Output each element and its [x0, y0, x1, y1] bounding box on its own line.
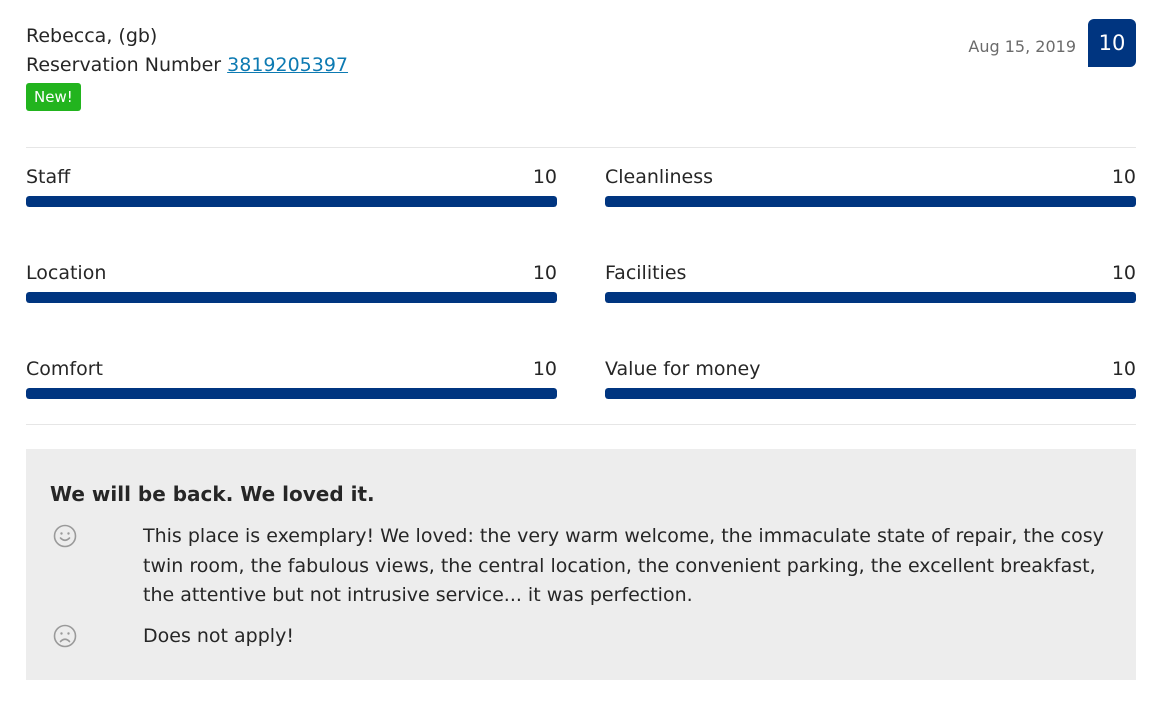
- divider-bottom: [26, 424, 1136, 425]
- category-label: Location: [26, 262, 107, 284]
- review-body: We will be back. We loved it. This place…: [26, 449, 1136, 680]
- category-location: Location 10: [26, 261, 557, 303]
- reviewer-name: Rebecca, (gb): [26, 25, 158, 47]
- score-bar-fill: [605, 196, 1136, 207]
- score-bar: [26, 196, 557, 207]
- category-score: 10: [532, 358, 557, 380]
- score-bar-fill: [26, 388, 557, 399]
- score-bar: [605, 388, 1136, 399]
- category-staff: Staff 10: [26, 165, 557, 207]
- divider-top: [26, 147, 1136, 148]
- category-label: Staff: [26, 166, 71, 188]
- score-bar: [26, 388, 557, 399]
- category-score: 10: [1111, 166, 1136, 188]
- category-facilities: Facilities 10: [605, 261, 1136, 303]
- reservation-line: Reservation Number 3819205397: [26, 51, 348, 80]
- reservation-number-link[interactable]: 3819205397: [227, 54, 348, 76]
- category-label: Comfort: [26, 358, 103, 380]
- negative-review-text: Does not apply!: [143, 625, 294, 647]
- review-card: Rebecca, (gb) Reservation Number 3819205…: [0, 0, 1154, 709]
- new-badge: New!: [26, 83, 81, 111]
- category-value-for-money: Value for money 10: [605, 357, 1136, 399]
- reviewer-info: Rebecca, (gb) Reservation Number 3819205…: [26, 22, 348, 80]
- overall-score-badge: 10: [1088, 19, 1136, 67]
- score-bar: [605, 292, 1136, 303]
- category-label: Facilities: [605, 262, 687, 284]
- review-date: Aug 15, 2019: [968, 37, 1076, 56]
- score-bar: [26, 292, 557, 303]
- smile-icon: [53, 524, 77, 548]
- category-comfort: Comfort 10: [26, 357, 557, 399]
- score-bar-fill: [26, 196, 557, 207]
- positive-review-text: This place is exemplary! We loved: the v…: [143, 525, 1104, 606]
- category-score: 10: [1111, 358, 1136, 380]
- score-bar: [605, 196, 1136, 207]
- category-score: 10: [532, 166, 557, 188]
- frown-icon: [53, 624, 77, 648]
- category-cleanliness: Cleanliness 10: [605, 165, 1136, 207]
- category-label: Value for money: [605, 358, 761, 380]
- reservation-label: Reservation Number: [26, 54, 222, 76]
- score-bar-fill: [26, 292, 557, 303]
- category-score: 10: [1111, 262, 1136, 284]
- category-label: Cleanliness: [605, 166, 714, 188]
- score-bar-fill: [605, 388, 1136, 399]
- review-title: We will be back. We loved it.: [50, 482, 375, 506]
- category-score: 10: [532, 262, 557, 284]
- score-bar-fill: [605, 292, 1136, 303]
